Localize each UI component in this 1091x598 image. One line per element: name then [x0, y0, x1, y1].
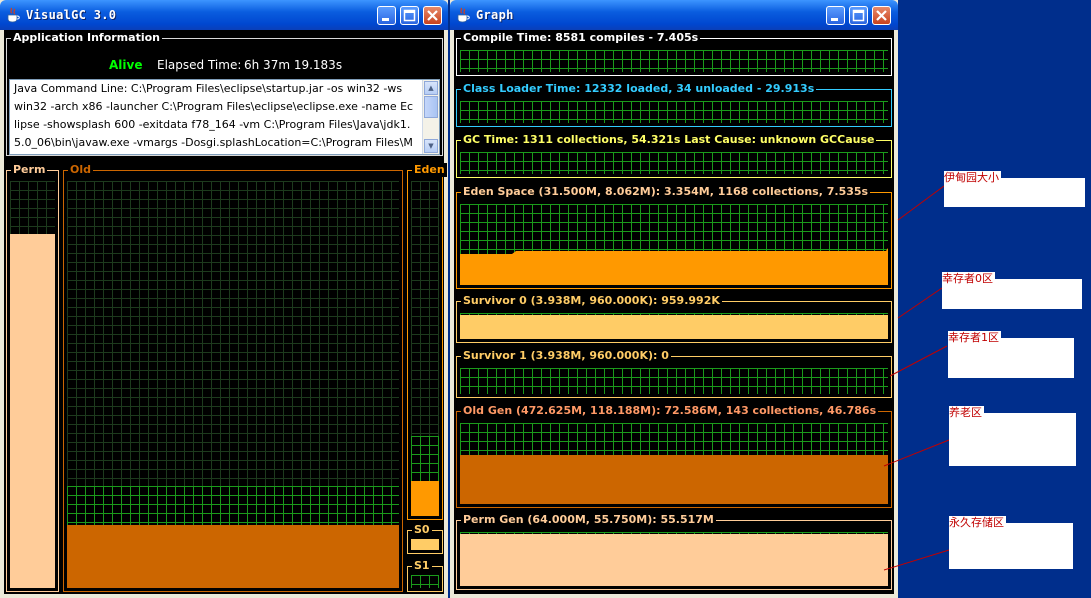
app-info-label: Application Information — [11, 31, 162, 45]
visualgc-titlebar[interactable]: VisualGC 3.0 — [0, 0, 448, 30]
old-panel: Old — [63, 163, 403, 592]
s0-space — [411, 539, 439, 550]
annotation-eden-text: 伊甸园大小 — [944, 171, 1001, 184]
maximize-icon — [403, 9, 416, 22]
perm-gen-graph — [460, 532, 888, 586]
gc-time-graph — [460, 152, 888, 174]
minimize-icon — [382, 18, 389, 21]
command-line-scrollbar[interactable]: ▲ ▼ — [422, 80, 439, 154]
perm-gen-usage — [460, 534, 888, 586]
survivor-1-graph — [460, 368, 888, 394]
scroll-thumb[interactable] — [424, 96, 438, 118]
close-icon — [427, 10, 438, 21]
survivor-0-label: Survivor 0 (3.938M, 960.000K): 959.992K — [461, 294, 722, 308]
close-button[interactable] — [423, 6, 442, 25]
gc-time-label: GC Time: 1311 collections, 54.321s Last … — [461, 133, 877, 147]
old-gen-graph — [460, 423, 888, 504]
minimize-button[interactable] — [377, 6, 396, 25]
s1-panel: S1 — [407, 559, 443, 592]
close-button[interactable] — [872, 6, 891, 25]
maximize-icon — [852, 9, 865, 22]
s0-label: S0 — [412, 523, 432, 537]
eden-space-panel: Eden Space (31.500M, 8.062M): 3.354M, 11… — [456, 185, 892, 289]
class-loader-graph — [460, 101, 888, 123]
old-gen-label: Old Gen (472.625M, 118.188M): 72.586M, 1… — [461, 404, 879, 418]
command-line-text: 5.0_06\bin\javaw.exe -vmargs -Dosgi.spla… — [14, 136, 413, 149]
annotation-old-gen: 养老区 — [949, 406, 1076, 466]
status-alive: Alive — [109, 58, 143, 72]
perm-fill — [10, 233, 55, 588]
annotation-old-gen-text: 养老区 — [949, 406, 984, 419]
elapsed-label: Elapsed Time: — [157, 58, 242, 72]
command-line-text: Java Command Line: C:\Program Files\ecli… — [14, 82, 403, 95]
eden-space-graph — [460, 204, 888, 285]
survivor-1-label: Survivor 1 (3.938M, 960.000K): 0 — [461, 349, 671, 363]
annotation-survivor-0: 幸存者0区 — [942, 272, 1082, 309]
java-cup-icon — [457, 7, 470, 23]
perm-space — [10, 181, 55, 588]
maximize-button[interactable] — [849, 6, 868, 25]
scroll-up-button[interactable]: ▲ — [424, 81, 438, 95]
window-title: VisualGC 3.0 — [26, 8, 117, 22]
eden-usage-area — [460, 248, 888, 285]
annotation-perm-gen-text: 永久存储区 — [949, 516, 1006, 529]
leader-line-s0 — [897, 287, 943, 319]
old-label: Old — [68, 163, 93, 177]
old-gen-usage — [460, 454, 888, 504]
perm-panel: Perm — [6, 163, 59, 592]
compile-time-panel: Compile Time: 8581 compiles - 7.405s — [456, 31, 892, 76]
s0-panel: S0 — [407, 523, 443, 554]
leader-line-eden — [897, 185, 945, 221]
command-line-textarea[interactable]: Java Command Line: C:\Program Files\ecli… — [9, 79, 440, 155]
s1-space — [411, 575, 439, 588]
leader-line-s1 — [889, 345, 948, 377]
visualgc-content: Application Information Alive Elapsed Ti… — [4, 30, 447, 594]
eden-label: Eden — [412, 163, 447, 177]
old-gen-panel: Old Gen (472.625M, 118.188M): 72.586M, 1… — [456, 404, 892, 508]
scroll-down-button[interactable]: ▼ — [424, 139, 438, 153]
minimize-button[interactable] — [826, 6, 845, 25]
s1-label: S1 — [412, 559, 432, 573]
eden-space — [411, 181, 439, 516]
compile-time-label: Compile Time: 8581 compiles - 7.405s — [461, 31, 701, 45]
graph-titlebar[interactable]: Graph — [450, 0, 898, 30]
close-icon — [876, 10, 887, 21]
annotation-perm-gen: 永久存储区 — [949, 516, 1073, 569]
class-loader-panel: Class Loader Time: 12332 loaded, 34 unlo… — [456, 82, 892, 127]
old-fill — [67, 525, 399, 588]
perm-label: Perm — [11, 163, 48, 177]
elapsed-value: 6h 37m 19.183s — [244, 58, 343, 72]
graph-window: Graph Compile Time: 8581 compiles - 7.40… — [450, 0, 898, 598]
survivor-1-panel: Survivor 1 (3.938M, 960.000K): 0 — [456, 349, 892, 398]
survivor-0-panel: Survivor 0 (3.938M, 960.000K): 959.992K — [456, 294, 892, 343]
perm-gen-label: Perm Gen (64.000M, 55.750M): 55.517M — [461, 513, 716, 527]
survivor-0-graph — [460, 313, 888, 339]
eden-fill — [411, 480, 439, 516]
compile-time-graph — [460, 50, 888, 72]
command-line-text: win32 -arch x86 -launcher C:\Program Fil… — [14, 100, 414, 113]
perm-gen-panel: Perm Gen (64.000M, 55.750M): 55.517M — [456, 513, 892, 590]
window-title: Graph — [476, 8, 514, 22]
annotation-survivor-1: 幸存者1区 — [948, 331, 1074, 378]
old-space — [67, 181, 399, 588]
annotation-survivor-1-text: 幸存者1区 — [948, 331, 1001, 344]
app-info-panel: Application Information Alive Elapsed Ti… — [6, 31, 443, 156]
maximize-button[interactable] — [400, 6, 419, 25]
survivor-0-usage — [460, 315, 888, 339]
graph-content: Compile Time: 8581 compiles - 7.405s Cla… — [454, 30, 894, 594]
minimize-icon — [831, 18, 838, 21]
class-loader-label: Class Loader Time: 12332 loaded, 34 unlo… — [461, 82, 817, 96]
command-line-text: lipse -showsplash 600 -exitdata f78_164 … — [14, 118, 411, 131]
eden-space-label: Eden Space (31.500M, 8.062M): 3.354M, 11… — [461, 185, 871, 199]
eden-panel: Eden — [407, 163, 447, 520]
visualgc-window: VisualGC 3.0 Application Information Ali… — [0, 0, 448, 598]
s0-fill — [411, 539, 439, 550]
java-cup-icon — [7, 7, 20, 23]
annotation-eden: 伊甸园大小 — [944, 171, 1085, 207]
gc-time-panel: GC Time: 1311 collections, 54.321s Last … — [456, 133, 892, 178]
annotation-survivor-0-text: 幸存者0区 — [942, 272, 995, 285]
